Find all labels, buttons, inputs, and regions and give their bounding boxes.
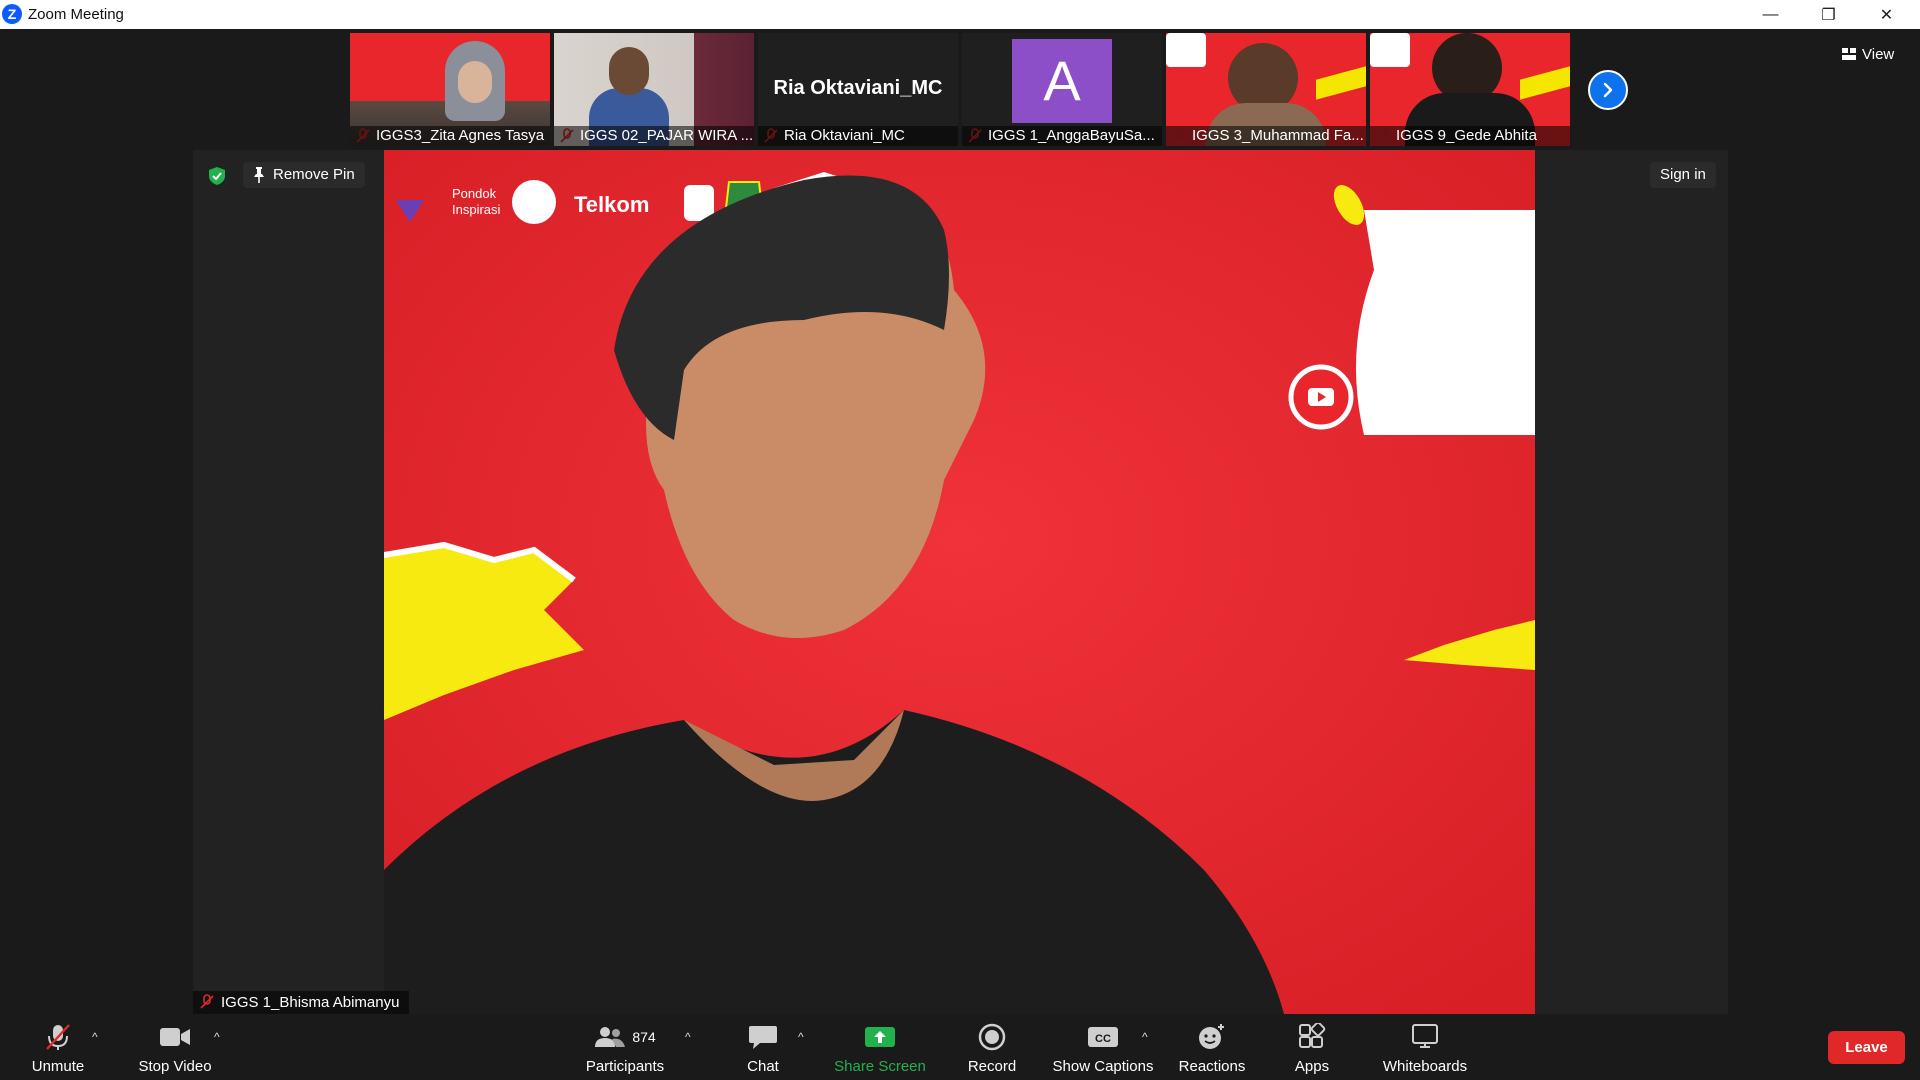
participant-tile[interactable]: Ria Oktaviani_MC Ria Oktaviani_MC (758, 33, 958, 146)
participant-name: IGGS 1_AnggaBayuSa... (962, 126, 1162, 146)
apps-button[interactable]: Apps (1272, 1022, 1352, 1078)
chat-icon (749, 1026, 777, 1049)
next-page-button[interactable] (1588, 70, 1628, 110)
audio-options-caret[interactable]: ^ (92, 1030, 98, 1044)
remove-pin-button[interactable]: Remove Pin (243, 162, 365, 188)
chat-button[interactable]: Chat (723, 1022, 803, 1078)
zoom-logo-icon: Z (2, 4, 22, 24)
unmute-button[interactable]: Unmute (18, 1022, 98, 1078)
remove-pin-label: Remove Pin (273, 166, 355, 183)
participant-tile[interactable]: IGGS 02_PAJAR WIRA ... (554, 33, 754, 146)
participant-filmstrip (0, 29, 1920, 149)
participant-name: IGGS3_Zita Agnes Tasya (350, 126, 550, 146)
avatar: A (1012, 39, 1112, 123)
participant-name: IGGS 9_Gede Abhita (1370, 126, 1570, 146)
chat-options-caret[interactable]: ^ (798, 1030, 804, 1044)
svg-text:CC: CC (1095, 1033, 1111, 1045)
participant-display-name: Ria Oktaviani_MC (773, 77, 943, 99)
pinned-participant-name: IGGS 1_Bhisma Abimanyu (193, 991, 410, 1014)
minimize-button[interactable]: — (1742, 0, 1799, 29)
pinned-name-label: IGGS 1_Bhisma Abimanyu (221, 994, 400, 1011)
whiteboards-label: Whiteboards (1382, 1058, 1468, 1075)
video-backdrop: BOOT CAMP Pondok Inspirasi Telkom (384, 150, 1535, 1014)
window-title: Zoom Meeting (28, 6, 124, 23)
chevron-right-icon (1603, 82, 1613, 98)
muted-mic-icon (46, 1024, 70, 1050)
pinned-video: BOOT CAMP Pondok Inspirasi Telkom (384, 150, 1535, 1014)
show-captions-button[interactable]: CC Show Captions (1050, 1022, 1156, 1078)
svg-text:Inspirasi: Inspirasi (452, 202, 501, 217)
share-screen-label: Share Screen (834, 1058, 926, 1075)
security-shield-icon[interactable] (208, 166, 226, 186)
view-button[interactable]: View (1842, 42, 1906, 66)
whiteboard-icon (1412, 1024, 1438, 1048)
participant-tile[interactable]: IGGS3_Zita Agnes Tasya (350, 33, 550, 146)
reactions-smiley-icon (1199, 1024, 1224, 1049)
captions-options-caret[interactable]: ^ (1142, 1030, 1148, 1044)
share-screen-button[interactable]: Share Screen (830, 1022, 930, 1078)
closed-captions-icon: CC (1088, 1027, 1118, 1047)
leave-button[interactable]: Leave (1828, 1031, 1905, 1064)
sign-in-button[interactable]: Sign in (1650, 162, 1716, 188)
record-icon (978, 1023, 1006, 1051)
participant-tile[interactable]: IGGS 9_Gede Abhita (1370, 33, 1570, 146)
svg-text:Pondok: Pondok (452, 186, 497, 201)
reactions-button[interactable]: Reactions (1172, 1022, 1252, 1078)
participants-icon (595, 1027, 626, 1047)
stop-video-label: Stop Video (138, 1058, 212, 1075)
share-screen-icon (865, 1027, 895, 1047)
stop-video-button[interactable]: Stop Video (130, 1022, 220, 1078)
grid-view-icon (1842, 48, 1856, 60)
show-captions-label: Show Captions (1052, 1058, 1154, 1075)
participants-count: 874 (632, 1029, 656, 1045)
close-button[interactable]: ✕ (1858, 0, 1915, 29)
record-button[interactable]: Record (952, 1022, 1032, 1078)
video-camera-icon (160, 1028, 190, 1046)
participant-tile[interactable]: IGGS 3_Muhammad Fa... (1166, 33, 1366, 146)
apps-icon (1299, 1023, 1326, 1048)
pin-icon (254, 167, 264, 183)
record-label: Record (967, 1058, 1017, 1075)
chat-label: Chat (747, 1058, 779, 1075)
whiteboards-button[interactable]: Whiteboards (1375, 1022, 1475, 1078)
participants-label: Participants (585, 1058, 665, 1075)
participants-button[interactable]: 874 Participants (580, 1022, 670, 1078)
restore-button[interactable]: ❐ (1800, 0, 1857, 29)
video-options-caret[interactable]: ^ (214, 1030, 220, 1044)
title-bar: Z Zoom Meeting — ❐ ✕ (0, 0, 1920, 29)
muted-mic-icon (200, 994, 214, 1009)
reactions-label: Reactions (1178, 1058, 1246, 1075)
participant-name: IGGS 02_PAJAR WIRA ... (554, 126, 754, 146)
participants-options-caret[interactable]: ^ (685, 1030, 691, 1044)
unmute-label: Unmute (31, 1058, 85, 1075)
apps-label: Apps (1294, 1058, 1330, 1075)
participant-name: Ria Oktaviani_MC (758, 126, 958, 146)
participant-name: IGGS 3_Muhammad Fa... (1166, 126, 1366, 146)
svg-text:Telkom: Telkom (574, 192, 649, 217)
view-label: View (1862, 45, 1895, 63)
